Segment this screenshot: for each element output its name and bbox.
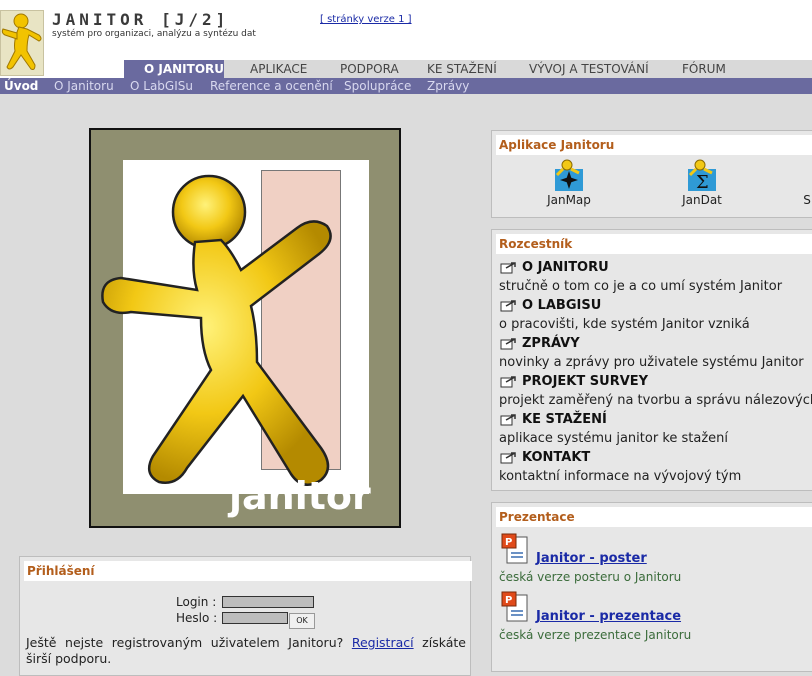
sub-menu-spoluprace[interactable]: Spolupráce	[344, 78, 411, 94]
app-janmap-label: JanMap	[547, 193, 591, 207]
apps-title: Aplikace Janitoru	[496, 135, 812, 155]
janitor-logo-icon[interactable]	[0, 10, 44, 76]
powerpoint-icon[interactable]: P	[501, 591, 531, 623]
crossroads-panel: Rozcestník O JANITORU stručně o tom co j…	[491, 229, 812, 491]
main-menu: O JANITORU APLIKACE PODPORA KE STAŽENÍ V…	[124, 60, 812, 78]
link-icon	[500, 261, 518, 274]
login-panel: Přihlášení Login : Heslo : OK Ještě nejs…	[19, 556, 472, 676]
sub-menu-o-janitoru[interactable]: O Janitoru	[54, 78, 114, 94]
cross-title: KE STAŽENÍ	[522, 412, 607, 427]
link-icon	[500, 337, 518, 350]
link-icon	[500, 375, 518, 388]
main-menu-podpora[interactable]: PODPORA	[340, 60, 399, 78]
main-menu-ke-stazeni[interactable]: KE STAŽENÍ	[427, 60, 497, 78]
cross-title: O LABGISU	[522, 298, 602, 313]
cross-link-ke-stazeni[interactable]: KE STAŽENÍ	[500, 412, 607, 427]
register-link[interactable]: Registrací	[352, 635, 414, 650]
sub-menu-reference[interactable]: Reference a ocenění	[210, 78, 333, 94]
powerpoint-icon[interactable]: P	[501, 533, 531, 565]
svg-text:Σ: Σ	[696, 172, 709, 191]
login-input[interactable]	[222, 596, 314, 608]
link-icon	[500, 299, 518, 312]
cross-desc: o pracovišti, kde systém Janitor vzniká	[499, 317, 750, 332]
app-jandat[interactable]: Σ JanDat	[667, 159, 737, 207]
cross-title: O JANITORU	[522, 260, 609, 275]
page-header: JANITOR [J/2] systém pro organizaci, ana…	[0, 0, 812, 78]
app-partial[interactable]: S	[792, 159, 812, 207]
hero-image: janitor	[89, 128, 401, 528]
cross-desc: novinky a zprávy pro uživatele systému J…	[499, 355, 804, 370]
main-menu-o-janitoru[interactable]: O JANITORU	[124, 60, 224, 78]
app-janmap[interactable]: JanMap	[534, 159, 604, 207]
presentations-title: Prezentace	[496, 507, 812, 527]
app-partial-label: S	[803, 193, 811, 207]
cross-link-o-janitoru[interactable]: O JANITORU	[500, 260, 609, 275]
svg-text:P: P	[505, 537, 512, 548]
cross-desc: projekt zaměřený na tvorbu a správu nále…	[499, 393, 812, 408]
login-ok-button[interactable]: OK	[289, 613, 315, 629]
login-title: Přihlášení	[24, 561, 472, 581]
cross-link-kontakt[interactable]: KONTAKT	[500, 450, 590, 465]
main-menu-forum[interactable]: FÓRUM	[682, 60, 726, 78]
sub-menu: Úvod O Janitoru O LabGISu Reference a oc…	[0, 78, 812, 94]
login-note: Ještě nejste registrovaným uživatelem Ja…	[26, 635, 466, 667]
prezentace-desc: česká verze prezentace Janitoru	[499, 628, 692, 642]
link-icon	[500, 451, 518, 464]
sub-menu-o-labgisu[interactable]: O LabGISu	[130, 78, 193, 94]
site-subtitle: systém pro organizaci, analýzu a syntézu…	[52, 29, 256, 39]
hero-logo-text: janitor	[229, 474, 371, 518]
apps-panel: Aplikace Janitoru JanMap Σ JanDat S	[491, 130, 812, 218]
password-input[interactable]	[222, 612, 288, 624]
password-label: Heslo :	[176, 611, 218, 625]
cross-desc: kontaktní informace na vývojový tým	[499, 469, 742, 484]
cross-desc: stručně o tom co je a co umí systém Jani…	[499, 279, 783, 294]
main-menu-vyvoj-a-testovani[interactable]: VÝVOJ A TESTOVÁNÍ	[529, 60, 649, 78]
cross-desc: aplikace systému janitor ke stažení	[499, 431, 729, 446]
app-jandat-label: JanDat	[682, 193, 722, 207]
version-1-link[interactable]: [ stránky verze 1 ]	[320, 14, 412, 25]
cross-title: KONTAKT	[522, 450, 591, 465]
svg-text:P: P	[505, 595, 512, 606]
login-note-prefix: Ještě nejste registrovaným uživatelem Ja…	[26, 635, 344, 650]
janmap-icon	[553, 159, 585, 191]
cross-title: ZPRÁVY	[522, 336, 580, 351]
cross-link-o-labgisu[interactable]: O LABGISU	[500, 298, 601, 313]
cross-link-projekt-survey[interactable]: PROJEKT SURVEY	[500, 374, 648, 389]
poster-desc: česká verze posteru o Janitoru	[499, 570, 682, 584]
partial-app-icon	[801, 159, 812, 191]
site-title: JANITOR [J/2]	[52, 10, 230, 29]
prezentace-link[interactable]: Janitor - prezentace	[536, 609, 681, 624]
link-icon	[500, 413, 518, 426]
sub-menu-zpravy[interactable]: Zprávy	[427, 78, 469, 94]
presentations-panel: Prezentace P Janitor - poster česká verz…	[491, 502, 812, 672]
jandat-icon: Σ	[686, 159, 718, 193]
sub-menu-uvod[interactable]: Úvod	[4, 78, 38, 94]
crossroads-title: Rozcestník	[496, 234, 812, 254]
poster-link[interactable]: Janitor - poster	[536, 551, 647, 566]
cross-link-zpravy[interactable]: ZPRÁVY	[500, 336, 580, 351]
login-label: Login :	[176, 595, 217, 609]
main-menu-aplikace[interactable]: APLIKACE	[250, 60, 307, 78]
janitor-figure-icon	[101, 174, 332, 487]
cross-title: PROJEKT SURVEY	[522, 374, 649, 389]
